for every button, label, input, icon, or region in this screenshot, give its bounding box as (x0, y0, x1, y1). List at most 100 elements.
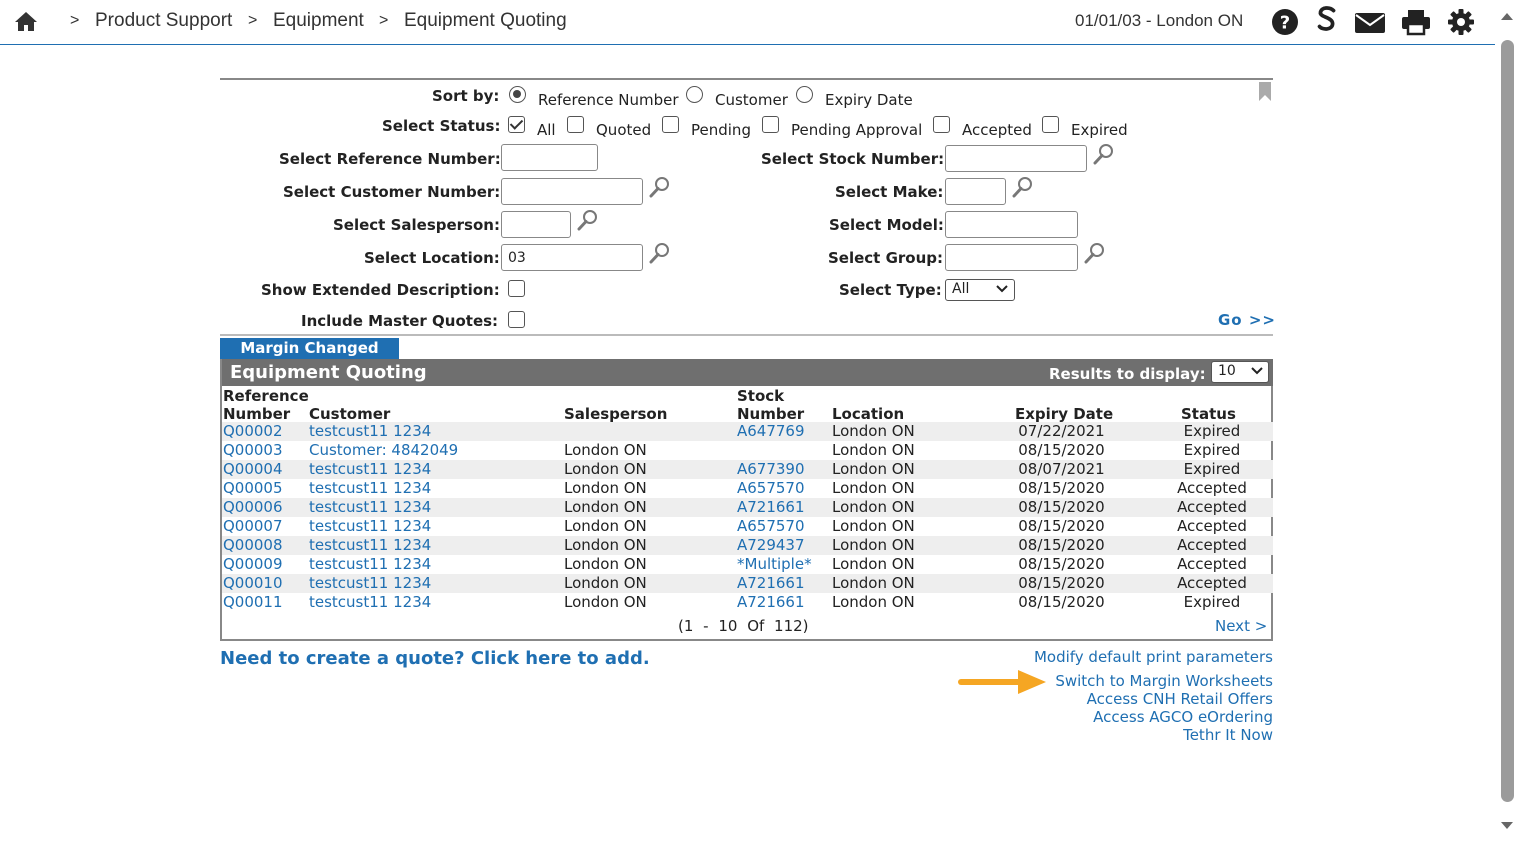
column-header-stock-bottom: Number (737, 405, 805, 423)
stock-search-icon[interactable] (1093, 143, 1115, 165)
status-pending-checkbox[interactable] (662, 116, 679, 133)
status-expired-checkbox[interactable] (1042, 116, 1059, 133)
breadcrumb-equipment[interactable]: Equipment (273, 10, 364, 32)
cell-reference[interactable]: Q00004 (223, 460, 283, 479)
customer-search-icon[interactable] (649, 176, 671, 198)
status-pending-approval-checkbox[interactable] (762, 116, 779, 133)
mail-icon[interactable] (1354, 8, 1386, 36)
cell-customer[interactable]: testcust11 1234 (309, 574, 431, 593)
cell-stock-number[interactable]: A721661 (737, 498, 805, 517)
stock-number-input[interactable] (945, 145, 1087, 172)
cell-reference[interactable]: Q00011 (223, 593, 283, 612)
home-icon[interactable] (14, 10, 38, 32)
cell-reference[interactable]: Q00009 (223, 555, 283, 574)
make-search-icon[interactable] (1012, 176, 1034, 198)
results-title: Equipment Quoting (230, 362, 427, 383)
reference-number-input[interactable] (501, 144, 598, 171)
cell-reference[interactable]: Q00003 (223, 441, 283, 460)
cell-stock-number[interactable]: A721661 (737, 593, 805, 612)
print-icon[interactable] (1401, 8, 1431, 36)
breadcrumb-separator: > (379, 12, 389, 29)
cell-stock-number[interactable]: A729437 (737, 536, 805, 555)
cell-reference[interactable]: Q00002 (223, 422, 283, 441)
cell-customer[interactable]: Customer: 4842049 (309, 441, 458, 460)
breadcrumb-product-support[interactable]: Product Support (95, 10, 232, 32)
sort-customer-radio[interactable] (686, 86, 703, 103)
column-header-salesperson[interactable]: Salesperson (564, 405, 667, 423)
tab-margin-changed[interactable]: Margin Changed (220, 338, 399, 359)
create-quote-link[interactable]: Need to create a quote? Click here to ad… (220, 648, 650, 669)
cell-stock-number[interactable]: A677390 (737, 460, 805, 479)
status-quoted-checkbox[interactable] (567, 116, 584, 133)
extended-description-checkbox[interactable] (508, 280, 525, 297)
cell-stock-number[interactable]: *Multiple* (737, 555, 812, 574)
table-row: Q00003 Customer: 4842049 London ON London O… (222, 441, 1273, 460)
column-header-status[interactable]: Status (1181, 405, 1236, 423)
salesperson-search-icon[interactable] (577, 209, 599, 231)
modify-print-parameters-link[interactable]: Modify default print parameters (1034, 648, 1273, 666)
model-label: Select Model: (829, 216, 944, 234)
go-button[interactable]: Go >> (1218, 311, 1276, 329)
cell-reference[interactable]: Q00008 (223, 536, 283, 555)
cell-customer[interactable]: testcust11 1234 (309, 593, 431, 612)
table-row: Q00004 testcust11 1234 London ON A677390 Lon… (222, 460, 1273, 479)
results-to-display-select[interactable]: 10 (1211, 361, 1269, 383)
chevron-down-icon (1251, 367, 1263, 375)
location-search-icon[interactable] (649, 242, 671, 264)
cell-reference[interactable]: Q00010 (223, 574, 283, 593)
scroll-down-icon[interactable] (1499, 820, 1515, 832)
make-input[interactable] (945, 178, 1006, 205)
cell-stock-number[interactable]: A657570 (737, 479, 805, 498)
cell-expiry-date: 08/07/2021 (1018, 460, 1105, 478)
cell-reference[interactable]: Q00007 (223, 517, 283, 536)
help-icon[interactable]: ? (1271, 8, 1299, 36)
results-header: Equipment Quoting Results to display: 10 (222, 359, 1273, 386)
cell-customer[interactable]: testcust11 1234 (309, 536, 431, 555)
cell-customer[interactable]: testcust11 1234 (309, 555, 431, 574)
column-header-reference[interactable]: Reference Number (223, 387, 309, 423)
cell-salesperson: London ON (564, 498, 647, 516)
breadcrumb-equipment-quoting: Equipment Quoting (404, 10, 567, 31)
cell-reference[interactable]: Q00005 (223, 479, 283, 498)
scrollbar-thumb[interactable] (1501, 40, 1514, 802)
cell-customer[interactable]: testcust11 1234 (309, 422, 431, 441)
cell-customer[interactable]: testcust11 1234 (309, 517, 431, 536)
column-header-customer[interactable]: Customer (309, 405, 390, 423)
date-location: 01/01/03 - London ON (1075, 11, 1244, 30)
model-input[interactable] (945, 211, 1078, 238)
group-search-icon[interactable] (1084, 242, 1106, 264)
status-accepted-checkbox[interactable] (933, 116, 950, 133)
bookmark-icon[interactable] (1258, 82, 1272, 102)
cell-status: Expired (1183, 460, 1241, 478)
type-select[interactable]: All (945, 279, 1015, 301)
tethr-it-now-link[interactable]: Tethr It Now (1183, 726, 1273, 744)
settings-icon[interactable] (1447, 8, 1475, 36)
salesperson-input[interactable] (501, 211, 571, 238)
group-input[interactable] (945, 244, 1078, 271)
cell-customer[interactable]: testcust11 1234 (309, 479, 431, 498)
cell-stock-number[interactable]: A647769 (737, 422, 805, 441)
cell-stock-number[interactable]: A657570 (737, 517, 805, 536)
customer-number-input[interactable] (501, 178, 643, 205)
status-all-checkbox[interactable] (508, 116, 525, 133)
column-header-stock[interactable]: Stock Number (737, 387, 804, 423)
cell-expiry-date: 07/22/2021 (1018, 422, 1105, 440)
location-input[interactable] (501, 244, 643, 271)
sort-expiry-radio[interactable] (796, 86, 813, 103)
master-quotes-checkbox[interactable] (508, 311, 525, 328)
top-bar: > Product Support > Equipment > Equipmen… (0, 0, 1495, 45)
s-logo-icon[interactable] (1313, 5, 1341, 33)
agco-eordering-link[interactable]: Access AGCO eOrdering (1093, 708, 1273, 726)
cell-reference[interactable]: Q00006 (223, 498, 283, 517)
sort-reference-radio[interactable] (509, 86, 526, 103)
reference-number-label: Select Reference Number: (279, 150, 501, 168)
cell-stock-number[interactable]: A721661 (737, 574, 805, 593)
scroll-up-icon[interactable] (1499, 10, 1515, 22)
switch-margin-worksheets-link[interactable]: Switch to Margin Worksheets (1055, 672, 1273, 690)
next-page-link[interactable]: Next > (1215, 617, 1267, 635)
cell-customer[interactable]: testcust11 1234 (309, 498, 431, 517)
cnh-retail-offers-link[interactable]: Access CNH Retail Offers (1087, 690, 1273, 708)
column-header-expiry[interactable]: Expiry Date (1015, 405, 1113, 423)
cell-customer[interactable]: testcust11 1234 (309, 460, 431, 479)
column-header-location[interactable]: Location (832, 405, 904, 423)
